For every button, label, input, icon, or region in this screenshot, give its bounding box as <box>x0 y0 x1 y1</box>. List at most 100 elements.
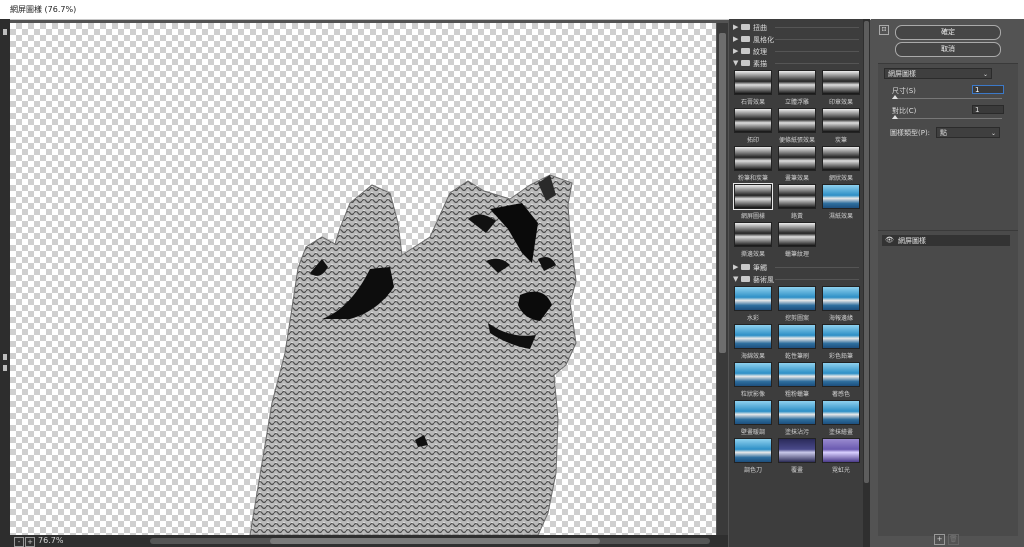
collapse-gallery-icon[interactable]: ⊡ <box>879 25 889 35</box>
category-categories_top-0[interactable]: ▶ 扭曲 <box>729 22 863 33</box>
category-categories_top-2[interactable]: ▶ 紋理 <box>729 46 863 57</box>
filter-preview-image <box>778 146 816 171</box>
filter-label: 便條紙張效果 <box>778 137 815 144</box>
filter-preview-image <box>822 184 860 209</box>
filter-preview-image <box>778 70 816 95</box>
category-categories_top-1[interactable]: ▶ 風格化 <box>729 34 863 45</box>
category-categories_top-3[interactable]: ▼ 素描 <box>729 58 863 69</box>
filter-thumbnail[interactable]: 海報邊緣 <box>822 286 860 322</box>
filter-thumbnail[interactable]: 石膏效果 <box>734 70 772 106</box>
vertical-scroll-thumb[interactable] <box>719 33 726 353</box>
category-label: 筆觸 <box>753 264 767 272</box>
gallery-scroll-thumb[interactable] <box>864 21 869 483</box>
contrast-input[interactable]: 1 <box>972 105 1004 114</box>
category-label: 扭曲 <box>753 24 767 32</box>
filter-preview-image <box>734 286 772 311</box>
effect-layer-name: 網屏圖樣 <box>898 237 926 245</box>
filter-label: 蠟筆紋理 <box>784 251 809 258</box>
contrast-slider[interactable] <box>892 118 1002 119</box>
filter-label: 鉻黃 <box>790 213 803 220</box>
filter-thumbnail[interactable]: 海綿效果 <box>734 324 772 360</box>
category-label: 風格化 <box>753 36 774 44</box>
filter-thumbnail[interactable]: 炭筆 <box>822 108 860 144</box>
filter-label: 粉筆和炭筆 <box>737 175 768 182</box>
filter-thumbnail[interactable]: 撕邊效果 <box>734 222 772 258</box>
filter-preview-image <box>778 184 816 209</box>
chevron-right-icon: ▶ <box>733 23 739 31</box>
ok-button[interactable]: 確定 <box>895 25 1001 40</box>
filter-thumbnail[interactable]: 挖剪圖案 <box>778 286 816 322</box>
filter-thumbnail[interactable]: 立體浮雕 <box>778 70 816 106</box>
size-slider[interactable] <box>892 98 1002 99</box>
delete-effect-layer-button[interactable]: 🗑 <box>948 534 959 545</box>
size-slider-knob[interactable] <box>892 95 898 99</box>
filter-thumbnail[interactable]: 壁畫暖調 <box>734 400 772 436</box>
effect-layer-row[interactable]: 👁 網屏圖樣 <box>882 235 1010 246</box>
dog-preview-image <box>249 174 577 535</box>
filter-label: 霓虹光 <box>831 467 850 474</box>
filter-label: 水彩 <box>746 315 759 322</box>
filter-thumbnail[interactable]: 粒狀影像 <box>734 362 772 398</box>
gallery-scrollbar[interactable] <box>863 19 870 547</box>
filter-label: 乾性筆刷 <box>784 353 809 360</box>
filter-preview-image <box>734 362 772 387</box>
filter-thumbnail[interactable]: 印章效果 <box>822 70 860 106</box>
filter-thumbnail[interactable]: 網屏圖樣 <box>733 183 773 220</box>
filter-thumbnail[interactable]: 濕紙效果 <box>822 184 860 220</box>
filter-preview-image <box>822 400 860 425</box>
filter-label: 粗粉蠟筆 <box>784 391 809 398</box>
canvas-horizontal-scrollbar[interactable] <box>150 538 710 544</box>
panel-handle-icon-2[interactable] <box>3 365 7 371</box>
preview-canvas[interactable] <box>10 23 716 535</box>
filter-thumbnail[interactable]: 著感色 <box>822 362 860 398</box>
filter-thumbnail[interactable]: 塗抹繪畫 <box>822 400 860 436</box>
filter-preview-image <box>734 324 772 349</box>
collapse-arrow-icon[interactable] <box>3 29 7 35</box>
horizontal-scroll-thumb[interactable] <box>270 538 600 544</box>
zoom-in-button[interactable]: + <box>25 537 35 547</box>
filter-thumbnail[interactable]: 蠟筆紋理 <box>778 222 816 258</box>
contrast-slider-knob[interactable] <box>892 115 898 119</box>
zoom-out-button[interactable]: - <box>14 537 24 547</box>
filter-thumbnail[interactable]: 霓虹光 <box>822 438 860 474</box>
canvas-status-bar: - + 76.7% <box>10 535 728 547</box>
filter-label: 彩色鉛筆 <box>828 353 853 360</box>
filter-label: 炭筆 <box>834 137 847 144</box>
category-categories_mid-1[interactable]: ▼ 藝術風 <box>729 274 863 285</box>
filter-thumbnail[interactable]: 拓印 <box>734 108 772 144</box>
pattern-type-label: 圖樣類型(P): <box>890 129 931 137</box>
filter-thumbnail[interactable]: 彩色鉛筆 <box>822 324 860 360</box>
category-label: 紋理 <box>753 48 767 56</box>
filter-preview-image <box>822 70 860 95</box>
new-effect-layer-button[interactable]: + <box>934 534 945 545</box>
filter-thumbnail[interactable]: 乾性筆刷 <box>778 324 816 360</box>
filter-thumbnail[interactable]: 便條紙張效果 <box>778 108 816 144</box>
canvas-vertical-scrollbar[interactable] <box>717 23 728 535</box>
panel-handle-icon[interactable] <box>3 354 7 360</box>
filter-thumbnail[interactable]: 畫筆效果 <box>778 146 816 182</box>
filter-thumbnail[interactable]: 塗抹沾污 <box>778 400 816 436</box>
filter-label: 塗抹繪畫 <box>828 429 853 436</box>
pattern-type-select[interactable]: 點 ⌄ <box>936 127 1000 138</box>
cancel-button[interactable]: 取消 <box>895 42 1001 57</box>
filter-preview-image <box>734 222 772 247</box>
filter-label: 網屏圖樣 <box>740 213 765 220</box>
category-label: 素描 <box>753 60 767 68</box>
size-input[interactable]: 1 <box>972 85 1004 94</box>
chevron-down-icon: ⌄ <box>990 130 996 137</box>
chevron-down-icon: ⌄ <box>982 71 988 78</box>
filter-preview-image <box>822 362 860 387</box>
filter-thumbnail[interactable]: 覆畫 <box>778 438 816 474</box>
filter-preview-image <box>734 438 772 463</box>
category-categories_mid-0[interactable]: ▶ 筆觸 <box>729 262 863 273</box>
filter-thumbnail[interactable]: 水彩 <box>734 286 772 322</box>
filter-gallery: ▶ 扭曲 ▶ 風格化 ▶ 紋理 ▼ 素描 石膏效果 立體浮雕 印章效果 拓印 便條紙張效果 炭筆 粉筆和炭筆… <box>729 19 870 547</box>
filter-thumbnail[interactable]: 鉻黃 <box>778 184 816 220</box>
eye-icon[interactable]: 👁 <box>885 236 894 244</box>
filter-thumbnail[interactable]: 調色刀 <box>734 438 772 474</box>
zoom-level[interactable]: 76.7% <box>38 536 63 545</box>
filter-thumbnail[interactable]: 粗粉蠟筆 <box>778 362 816 398</box>
filter-thumbnail[interactable]: 網狀效果 <box>822 146 860 182</box>
filter-select[interactable]: 網屏圖樣 ⌄ <box>884 68 992 79</box>
filter-thumbnail[interactable]: 粉筆和炭筆 <box>734 146 772 182</box>
